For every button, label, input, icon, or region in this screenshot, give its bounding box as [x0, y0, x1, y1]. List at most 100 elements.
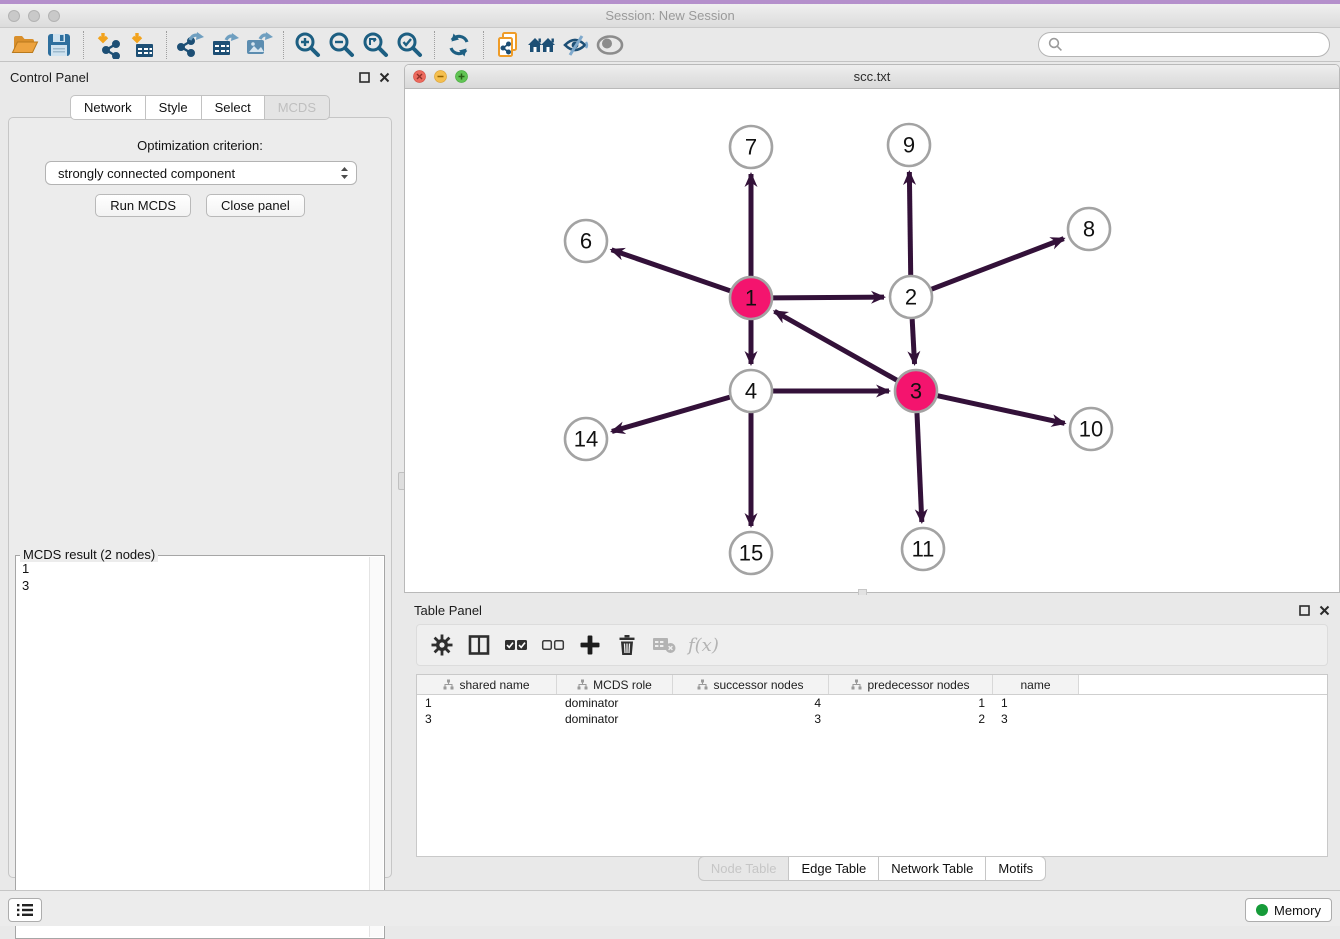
import-network-button[interactable] [91, 30, 125, 60]
float-panel-icon[interactable] [1299, 605, 1310, 616]
export-image-button[interactable] [242, 30, 276, 60]
delete-columns-button[interactable] [612, 630, 642, 660]
toolbar-separator [166, 31, 167, 59]
control-panel-tab-bar: NetworkStyleSelectMCDS [0, 95, 400, 120]
table-cell: 3 [993, 712, 1079, 726]
table-panel-tab-bar: Node TableEdge TableNetwork TableMotifs [404, 856, 1340, 881]
graph-node-label: 7 [745, 135, 757, 160]
save-session-button[interactable] [42, 30, 76, 60]
column-header-label: shared name [459, 678, 529, 692]
tab-network[interactable]: Network [70, 95, 146, 120]
tab-node-table[interactable]: Node Table [698, 856, 790, 881]
toolbar-separator [434, 31, 435, 59]
zoom-out-button[interactable] [325, 30, 359, 60]
graph-node-9[interactable]: 9 [888, 124, 930, 166]
refresh-button[interactable] [442, 30, 476, 60]
show-columns-button[interactable] [464, 630, 494, 660]
zoom-out-icon [328, 31, 356, 59]
graph-node-10[interactable]: 10 [1070, 408, 1112, 450]
table-row[interactable]: 3dominator323 [417, 711, 1327, 727]
graph-node-11[interactable]: 11 [902, 528, 944, 570]
toggle-bird-eye-view-button[interactable] [593, 30, 627, 60]
toolbar-separator [83, 31, 84, 59]
table-settings-button[interactable] [427, 630, 457, 660]
close-panel-icon[interactable] [379, 72, 390, 83]
network-close-button[interactable] [413, 70, 426, 83]
column-header-predecessor-nodes[interactable]: predecessor nodes [829, 675, 993, 694]
column-attribute-icon [697, 679, 708, 690]
create-new-column-button[interactable] [575, 630, 605, 660]
graph-edge-2-3[interactable] [912, 319, 914, 364]
column-header-name[interactable]: name [993, 675, 1079, 694]
mcds-result-scrollbar[interactable] [369, 557, 383, 937]
import-table-button[interactable] [125, 30, 159, 60]
copy-network-icon [494, 31, 522, 59]
column-header-label: predecessor nodes [867, 678, 969, 692]
close-panel-button[interactable]: Close panel [206, 194, 305, 217]
open-session-button[interactable] [8, 30, 42, 60]
column-header-MCDS-role[interactable]: MCDS role [557, 675, 673, 694]
graph-edge-1-6[interactable] [612, 250, 731, 291]
toolbar-separator [483, 31, 484, 59]
network-graph[interactable]: 7 9 6 8 1 2 4 3 14 10 15 11 [405, 89, 1339, 592]
graph-node-6[interactable]: 6 [565, 220, 607, 262]
graph-node-15[interactable]: 15 [730, 532, 772, 574]
network-canvas[interactable]: 7 9 6 8 1 2 4 3 14 10 15 11 [405, 89, 1339, 592]
zoom-fit-icon [362, 31, 390, 59]
memory-button[interactable]: Memory [1245, 898, 1332, 922]
eye-icon [595, 32, 625, 58]
graph-node-label: 11 [912, 537, 935, 562]
column-header-shared-name[interactable]: shared name [417, 675, 557, 694]
table-row[interactable]: 1dominator411 [417, 695, 1327, 711]
graph-edge-3-10[interactable] [937, 396, 1064, 424]
export-table-button[interactable] [208, 30, 242, 60]
table-cell: 1 [993, 696, 1079, 710]
tab-style[interactable]: Style [146, 95, 202, 120]
node-table-header-row: shared name MCDS rolesuccessor nodes prede… [417, 675, 1327, 695]
graph-edge-4-14[interactable] [612, 397, 730, 431]
graph-edge-2-8[interactable] [932, 239, 1064, 290]
search-input[interactable] [1038, 32, 1330, 57]
table-panel-title: Table Panel [414, 603, 1299, 618]
graph-edge-3-1[interactable] [775, 311, 897, 380]
zoom-selected-icon [396, 31, 424, 59]
graph-node-7[interactable]: 7 [730, 126, 772, 168]
zoom-in-button[interactable] [291, 30, 325, 60]
apply-layout-button[interactable] [525, 30, 559, 60]
mcds-result-group: MCDS result (2 nodes) 13 [15, 555, 385, 939]
network-zoom-button[interactable] [455, 70, 468, 83]
graph-edge-2-9[interactable] [909, 172, 910, 275]
column-header-successor-nodes[interactable]: successor nodes [673, 675, 829, 694]
zoom-selected-button[interactable] [393, 30, 427, 60]
zoom-fit-button[interactable] [359, 30, 393, 60]
graph-node-3[interactable]: 3 [895, 370, 937, 412]
tab-select[interactable]: Select [202, 95, 265, 120]
mcds-result-item: 3 [22, 577, 363, 594]
optimization-criterion-select[interactable]: strongly connected component [45, 161, 357, 185]
graph-node-14[interactable]: 14 [565, 418, 607, 460]
float-panel-icon[interactable] [359, 72, 370, 83]
tab-edge-table[interactable]: Edge Table [789, 856, 879, 881]
graph-node-8[interactable]: 8 [1068, 208, 1110, 250]
graph-node-4[interactable]: 4 [730, 370, 772, 412]
graph-edge-1-2[interactable] [773, 297, 884, 298]
close-panel-icon[interactable] [1319, 605, 1330, 616]
run-mcds-button[interactable]: Run MCDS [95, 194, 191, 217]
open-folder-icon [11, 31, 39, 59]
unselect-all-columns-button[interactable] [538, 630, 568, 660]
select-all-columns-button[interactable] [501, 630, 531, 660]
graph-node-2[interactable]: 2 [890, 276, 932, 318]
tab-network-table[interactable]: Network Table [879, 856, 986, 881]
titlebar: Session: New Session [0, 4, 1340, 28]
show-hide-graphics-details-button[interactable] [559, 30, 593, 60]
export-network-icon [177, 31, 205, 59]
tab-mcds[interactable]: MCDS [265, 95, 330, 120]
tab-motifs[interactable]: Motifs [986, 856, 1046, 881]
graph-node-1[interactable]: 1 [730, 277, 772, 319]
graph-edge-3-11[interactable] [917, 413, 922, 522]
network-minimize-button[interactable] [434, 70, 447, 83]
task-history-button[interactable] [8, 898, 42, 922]
node-table[interactable]: shared name MCDS rolesuccessor nodes prede… [416, 674, 1328, 857]
new-network-from-selection-button[interactable] [491, 30, 525, 60]
export-network-button[interactable] [174, 30, 208, 60]
